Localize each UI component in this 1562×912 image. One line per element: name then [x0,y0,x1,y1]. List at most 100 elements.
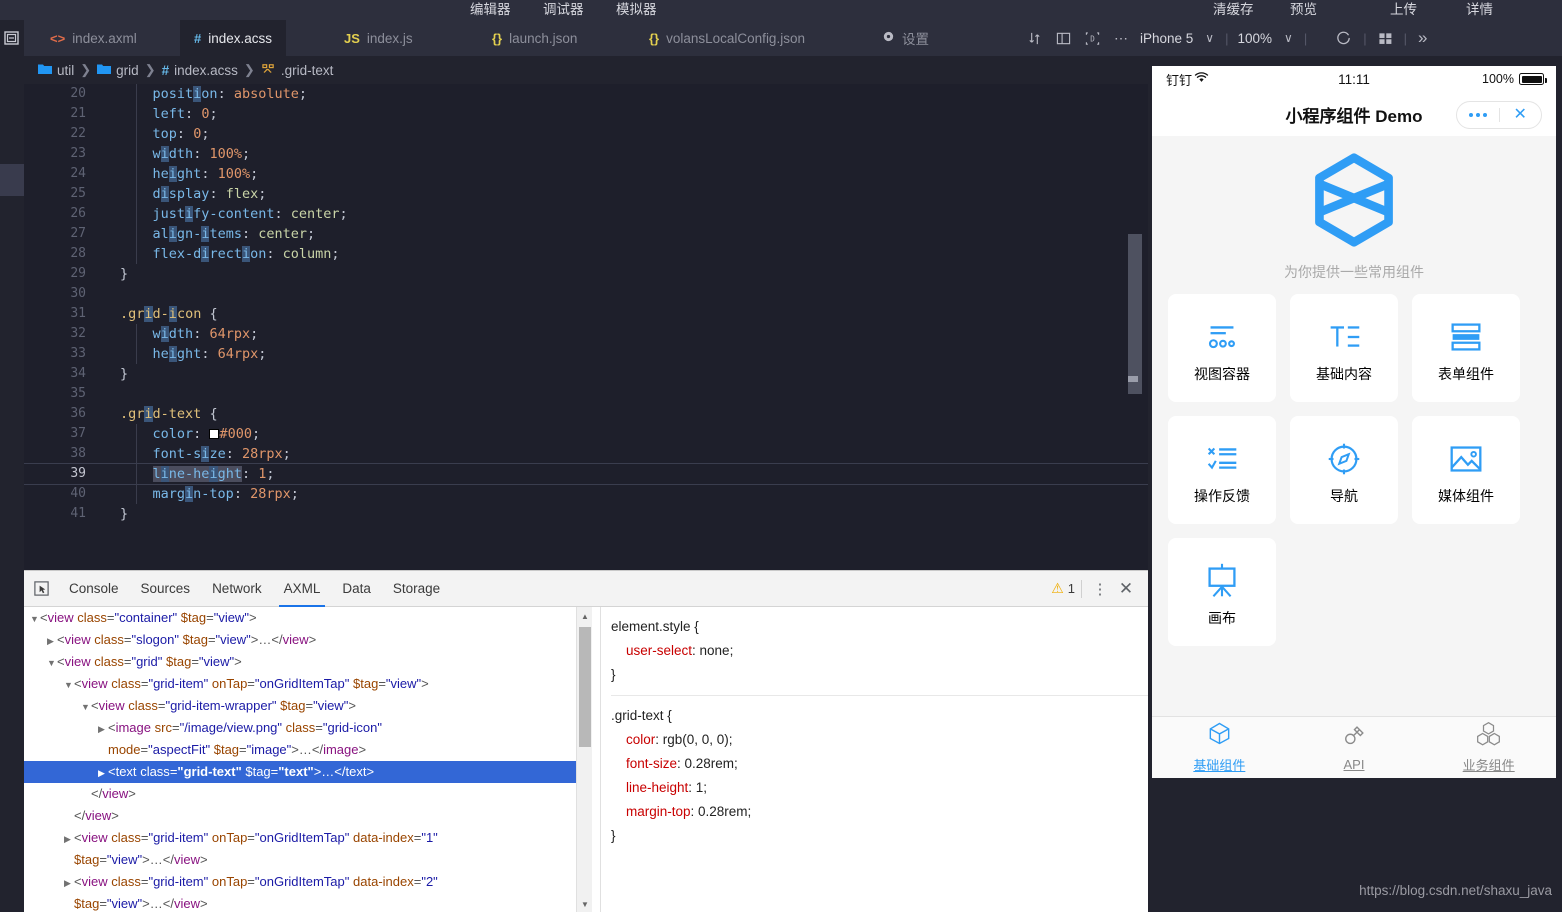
inspect-element-icon[interactable] [24,571,58,607]
code-line-33[interactable]: 33 height: 64rpx; [24,344,1148,364]
code-line-25[interactable]: 25 display: flex; [24,184,1148,204]
devtools-tab-sources[interactable]: Sources [130,571,202,607]
grid-item[interactable]: 导航 [1290,416,1398,524]
editor-tab-launch-json[interactable]: {} launch.json [478,20,591,56]
style-declaration[interactable]: user-select: none; [611,639,1148,663]
dom-node[interactable]: ▶ <view class="slogon" $tag="view">…</vie… [24,629,576,651]
style-declaration[interactable]: line-height: 1; [611,776,1148,800]
chevron-double-right-icon[interactable]: » [1411,20,1434,56]
menu-item-4[interactable]: 预览 [1290,1,1317,19]
devtools-tab-console[interactable]: Console [58,571,130,607]
chevron-right-icon[interactable]: ▶ [47,630,57,652]
devtools-tab-data[interactable]: Data [331,571,382,607]
bottom-tab-API[interactable]: API [1287,723,1422,772]
breadcrumb-item-2[interactable]: # index.acss [162,63,238,78]
code-line-37[interactable]: 37 color: #000; [24,424,1148,444]
code-line-26[interactable]: 26 justify-content: center; [24,204,1148,224]
code-line-36[interactable]: 36 .grid-text { [24,404,1148,424]
devtools-tab-storage[interactable]: Storage [382,571,451,607]
zoom-chevron-down-icon[interactable]: ∨ [1277,20,1300,56]
dom-node[interactable]: ▼<view class="grid-item-wrapper" $tag="v… [24,695,576,717]
editor-tab-index-acss[interactable]: # index.acss [180,20,287,56]
code-line-34[interactable]: 34} [24,364,1148,384]
chevron-down-icon[interactable]: ▼ [81,696,91,718]
split-layout-icon[interactable] [1049,20,1078,56]
dom-node[interactable]: $tag="view">…</view> [24,893,576,912]
style-declaration[interactable]: color: rgb(0, 0, 0); [611,728,1148,752]
bottom-tab-基础组件[interactable]: 基础组件 [1152,721,1287,774]
zoom-level-label[interactable]: 100% [1232,31,1277,46]
grid-item[interactable]: 媒体组件 [1412,416,1520,524]
dom-node[interactable]: ▶ <view class="grid-item" onTap="onGridIt… [24,871,576,893]
style-declaration[interactable]: margin-top: 0.28rem; [611,800,1148,824]
breadcrumb-item-3[interactable]: .grid-text [261,62,333,78]
code-line-29[interactable]: 29} [24,264,1148,284]
bottom-tab-业务组件[interactable]: 业务组件 [1421,721,1556,774]
menu-item-6[interactable]: 详情 [1466,1,1493,19]
menu-item-3[interactable]: 清缓存 [1213,1,1254,19]
style-declaration[interactable]: font-size: 0.28rem; [611,752,1148,776]
dom-node[interactable]: $tag="view">…</view> [24,849,576,871]
devtools-tab-axml[interactable]: AXML [273,571,332,607]
menu-item-0[interactable]: 编辑器 [470,1,511,19]
editor-tab-index-js[interactable]: JS index.js [330,20,427,56]
code-line-32[interactable]: 32 width: 64rpx; [24,324,1148,344]
code-line-23[interactable]: 23 width: 100%; [24,144,1148,164]
code-line-40[interactable]: 40 margin-top: 28rpx; [24,484,1148,504]
chevron-down-icon[interactable]: ▼ [64,674,74,696]
dom-node[interactable]: ▶ <image src="/image/view.png" class="gri… [24,717,576,739]
grid-item[interactable]: 画布 [1168,538,1276,646]
styles-pane[interactable]: element.style { user-select: none;} .grid… [600,607,1148,912]
chevron-right-icon[interactable]: ▶ [98,718,108,740]
device-frame-icon[interactable]: D [1078,20,1107,56]
chevron-right-icon[interactable]: ▶ [64,828,74,850]
dom-node[interactable]: </view> [24,783,576,805]
close-icon[interactable]: ✕ [1114,576,1138,602]
dom-node[interactable]: ▼<view class="grid-item" onTap="onGridIt… [24,673,576,695]
code-lines[interactable]: 20 position: absolute; 21 left: 0; 22 top:… [24,84,1148,570]
code-line-35[interactable]: 35 [24,384,1148,404]
code-line-20[interactable]: 20 position: absolute; [24,84,1148,104]
code-line-27[interactable]: 27 align-items: center; [24,224,1148,244]
dom-node[interactable]: mode="aspectFit" $tag="image">…</image> [24,739,576,761]
code-line-24[interactable]: 24 height: 100%; [24,164,1148,184]
device-chevron-down-icon[interactable]: ∨ [1198,20,1221,56]
grid-item[interactable]: 表单组件 [1412,294,1520,402]
breadcrumb-item-1[interactable]: grid [97,63,139,78]
chevron-right-icon[interactable]: ▶ [98,762,108,784]
more-dots-icon[interactable] [1457,113,1499,117]
dom-node[interactable]: ▼<view class="grid" $tag="view"> [24,651,576,673]
dom-node-selected[interactable]: ▶ <text class="grid-text" $tag="text">…</… [24,761,576,783]
grid-icon[interactable] [1371,20,1400,56]
editor-tab---[interactable]: 设置 [868,20,943,56]
refresh-icon[interactable] [1311,20,1359,56]
dom-tree[interactable]: ▼<view class="container" $tag="view"> ▶ <v… [24,607,576,912]
close-icon[interactable]: ✕ [1500,107,1542,123]
code-line-22[interactable]: 22 top: 0; [24,124,1148,144]
device-name-label[interactable]: iPhone 5 [1135,31,1198,46]
chevron-down-icon[interactable]: ▼ [30,608,40,630]
sync-icon[interactable] [1020,20,1049,56]
code-line-28[interactable]: 28 flex-direction: column; [24,244,1148,264]
editor-tab-index-axml[interactable]: <> index.axml [36,20,151,56]
editor-tab-volanslocalconfig-json[interactable]: {} volansLocalConfig.json [635,20,819,56]
scroll-down-arrow[interactable]: ▼ [577,896,593,912]
ellipsis-icon[interactable]: ⋯ [1107,20,1135,56]
dom-tree-scrollbar[interactable]: ▲ ▼ [576,607,592,912]
devtools-tab-network[interactable]: Network [201,571,273,607]
style-rule-selector[interactable]: .grid-text { [611,704,1148,728]
code-line-30[interactable]: 30 [24,284,1148,304]
chevron-right-icon[interactable]: ▶ [64,872,74,894]
breadcrumb-item-0[interactable]: util [38,63,74,78]
dom-node[interactable]: ▶ <view class="grid-item" onTap="onGridIt… [24,827,576,849]
menu-item-2[interactable]: 模拟器 [616,1,657,19]
code-line-39[interactable]: 39 line-height: 1; [24,463,1148,485]
code-line-31[interactable]: 31 .grid-icon { [24,304,1148,324]
grid-item[interactable]: 基础内容 [1290,294,1398,402]
editor-scrollbar-thumb[interactable] [1128,234,1142,394]
code-line-21[interactable]: 21 left: 0; [24,104,1148,124]
style-rule-selector[interactable]: element.style { [611,615,1148,639]
code-editor[interactable]: 20 position: absolute; 21 left: 0; 22 top:… [24,84,1148,570]
chevron-down-icon[interactable]: ▼ [47,652,57,674]
warning-indicator[interactable]: ⚠ 1 [1051,580,1075,597]
